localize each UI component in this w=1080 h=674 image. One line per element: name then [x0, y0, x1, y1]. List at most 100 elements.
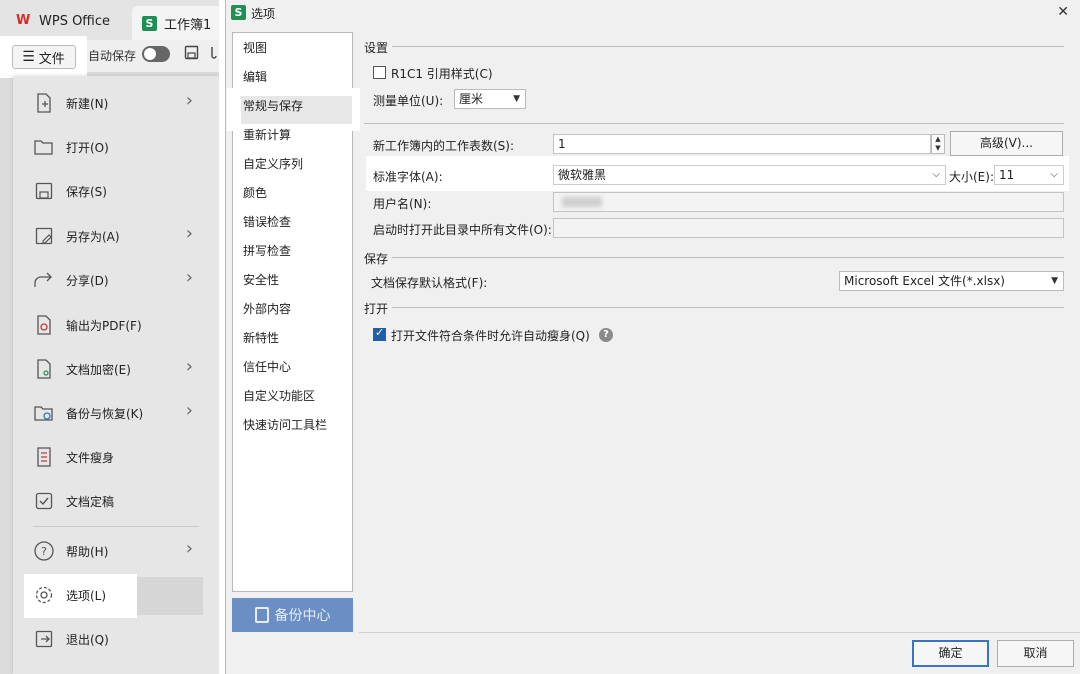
file-menu-item[interactable]: 另存为(A) › [33, 221, 193, 251]
file-menu-button[interactable]: ☰ 文件 [11, 45, 76, 69]
size-select[interactable]: 11 ⌵ [994, 165, 1064, 185]
gear-icon [33, 584, 55, 606]
file-menu-item-label: 退出(Q) [66, 632, 109, 647]
category-item[interactable]: 编辑 [243, 67, 267, 87]
section-line [392, 257, 1064, 258]
help-icon: ? [33, 540, 55, 562]
save-icon [33, 180, 55, 202]
category-item[interactable]: 新特性 [243, 328, 279, 348]
save-as-icon [33, 225, 55, 247]
blurred-username [562, 197, 602, 207]
category-item[interactable]: 安全性 [243, 270, 279, 290]
file-menu-item[interactable]: 保存(S) [33, 176, 193, 206]
file-menu-item[interactable]: 输出为PDF(F) [33, 310, 193, 340]
font-select[interactable]: 微软雅黑 ⌵ [553, 165, 946, 185]
file-menu-item[interactable]: 新建(N) › [33, 88, 193, 118]
options-dialog: S 选项 ✕ 视图 编辑 常规与保存 重新计算 自定义序列 颜色 错误检查 拼写检查 安全性 外部… [225, 0, 1080, 674]
file-menu-item[interactable]: 选项(L) [33, 580, 193, 610]
category-item[interactable]: 常规与保存 [243, 96, 303, 116]
section-line [392, 307, 1064, 308]
backup-icon [254, 607, 269, 623]
font-label: 标准字体(A): [373, 170, 443, 184]
chevron-right-icon: › [185, 356, 193, 377]
file-menu-item[interactable]: 文档定稿 [33, 486, 193, 516]
category-item[interactable]: 自定义功能区 [243, 386, 315, 406]
username-label: 用户名(N): [373, 197, 432, 211]
footer-separator [359, 632, 1080, 633]
ok-button[interactable]: 确定 [912, 640, 989, 667]
size-value: 11 [999, 168, 1015, 182]
backup-icon [33, 402, 55, 424]
new-file-icon [33, 92, 55, 114]
file-menu-item-label: 另存为(A) [66, 229, 120, 244]
spreadsheet-logo-icon: S [231, 5, 246, 20]
file-menu-item-label: 文件瘦身 [66, 450, 115, 465]
file-menu-item-label: 保存(S) [66, 184, 107, 199]
menu-separator [33, 526, 199, 527]
save-icon[interactable] [184, 45, 199, 64]
save-format-select[interactable]: Microsoft Excel 文件(*.xlsx) ▼ [839, 271, 1064, 291]
file-menu-item-label: 新建(N) [66, 96, 109, 111]
wps-logo-icon: W [16, 13, 31, 28]
workbook-tab[interactable]: S 工作簿1 [132, 6, 219, 40]
chevron-down-icon: ⌵ [932, 169, 940, 180]
hamburger-icon: ☰ [22, 49, 35, 65]
file-menu-item[interactable]: 文档加密(E) › [33, 354, 193, 384]
file-menu-highlight: ☰ 文件 [0, 36, 87, 78]
file-menu-item[interactable]: 分享(D) › [33, 265, 193, 295]
file-menu-item[interactable]: 备份与恢复(K) › [33, 398, 193, 428]
auto-slim-checkbox[interactable] [373, 326, 386, 341]
settings-panel-lower: 标准字体(A): 微软雅黑 ⌵ 大小(E): 11 ⌵ 用户名(N): 启动时打… [359, 32, 1080, 632]
file-menu-item[interactable]: 退出(Q) [33, 624, 193, 654]
category-item[interactable]: 信任中心 [243, 357, 291, 377]
auto-slim-label: 打开文件符合条件时允许自动瘦身(Q) [391, 329, 590, 343]
app-name: WPS Office [39, 13, 111, 29]
workbook-tab-label: 工作簿1 [164, 17, 212, 33]
file-menu-item-label: 打开(O) [66, 140, 109, 155]
undo-icon[interactable] [209, 45, 219, 64]
file-menu-item-label: 选项(L) [66, 588, 107, 603]
startup-dir-input[interactable] [553, 218, 1064, 238]
file-menu: 新建(N) › 打开(O) 保存(S) 另存为(A) › 分享(D) › 输出为PDF(F) 文档… [13, 76, 219, 674]
close-icon[interactable]: ✕ [1057, 4, 1069, 20]
wps-window: W WPS Office S 工作簿1 ☰ 文件 自动保存 新建(N) › 打开(O… [0, 0, 219, 674]
category-item[interactable]: 错误检查 [243, 212, 291, 232]
file-menu-item[interactable]: ? 帮助(H) › [33, 536, 193, 566]
category-item[interactable]: 拼写检查 [243, 241, 291, 261]
file-menu-item-label: 帮助(H) [66, 544, 109, 559]
category-item[interactable]: 自定义序列 [243, 154, 303, 174]
username-input[interactable] [553, 192, 1064, 212]
help-icon[interactable]: ? [599, 328, 613, 342]
file-menu-item[interactable]: 打开(O) [33, 132, 193, 162]
chevron-down-icon: ⌵ [1050, 169, 1058, 180]
font-value: 微软雅黑 [558, 168, 607, 182]
spreadsheet-logo-icon: S [142, 15, 157, 31]
file-menu-item-label: 文档定稿 [66, 494, 115, 509]
category-item[interactable]: 快速访问工具栏 [243, 415, 327, 435]
dropdown-arrow-icon: ▼ [1051, 276, 1058, 286]
autosave-label: 自动保存 [88, 49, 137, 63]
app-tab-bar: W WPS Office S 工作簿1 [0, 0, 219, 40]
save-format-value: Microsoft Excel 文件(*.xlsx) [844, 274, 1005, 288]
category-item[interactable]: 外部内容 [243, 299, 291, 319]
save-format-label: 文档保存默认格式(F): [371, 276, 488, 290]
file-menu-item-label: 分享(D) [66, 273, 109, 288]
wps-office-tab[interactable]: W WPS Office [16, 7, 110, 35]
backup-center-button[interactable]: 备份中心 [232, 598, 353, 632]
svg-text:?: ? [41, 545, 47, 558]
section-open-title: 打开 [364, 302, 389, 316]
pdf-icon [33, 314, 55, 336]
chevron-right-icon: › [185, 223, 193, 244]
cancel-button[interactable]: 取消 [997, 640, 1074, 667]
category-item[interactable]: 视图 [243, 38, 267, 58]
file-menu-item[interactable]: 文件瘦身 [33, 442, 193, 472]
category-item[interactable]: 重新计算 [243, 125, 291, 145]
chevron-right-icon: › [185, 90, 193, 111]
category-item[interactable]: 颜色 [243, 183, 267, 203]
share-icon [33, 269, 55, 291]
category-list: 视图编辑常规与保存重新计算自定义序列颜色错误检查拼写检查安全性外部内容新特性信任… [227, 32, 360, 592]
chevron-right-icon: › [185, 267, 193, 288]
file-menu-item-label: 文档加密(E) [66, 362, 131, 377]
backup-center-label: 备份中心 [274, 608, 331, 624]
autosave-toggle[interactable] [142, 46, 170, 62]
